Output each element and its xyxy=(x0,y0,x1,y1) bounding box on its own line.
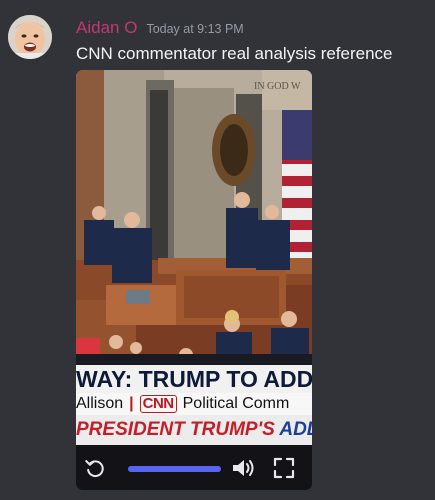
chyron-ticker: PRESIDENT TRUMP'S ADDRESS TO xyxy=(76,415,312,445)
replay-button[interactable] xyxy=(82,445,108,490)
chyron-title: Political Comm xyxy=(182,395,290,412)
progress-bar[interactable] xyxy=(128,466,221,472)
fullscreen-button[interactable] xyxy=(270,445,298,490)
volume-button[interactable] xyxy=(230,445,258,490)
chyron-separator: | xyxy=(129,395,134,412)
timestamp[interactable]: Today at 9:13 PM xyxy=(146,22,243,36)
avatar[interactable] xyxy=(8,15,52,59)
avatar-image xyxy=(8,15,52,59)
progress-fill xyxy=(128,466,221,472)
video-attachment[interactable]: IN GOD W WAY: TRUMP TO ADD Allison | CNN… xyxy=(76,70,312,490)
chat-message: Aidan O Today at 9:13 PM CNN commentator… xyxy=(0,0,435,500)
replay-icon xyxy=(85,459,104,477)
username[interactable]: Aidan O xyxy=(76,18,137,38)
ticker-blue-text: ADDRESS TO xyxy=(279,419,312,440)
chyron-headline: WAY: TRUMP TO ADDRES xyxy=(76,365,312,393)
message-content: CNN commentator real analysis reference xyxy=(76,44,393,63)
video-controls xyxy=(76,445,312,490)
scene-motto: IN GOD W xyxy=(254,81,301,92)
volume-icon xyxy=(233,459,254,476)
cnn-logo: CNN xyxy=(139,395,177,413)
message-header: Aidan O Today at 9:13 PM xyxy=(76,18,244,40)
ticker-red-text: PRESIDENT TRUMP'S xyxy=(76,419,280,440)
fullscreen-icon xyxy=(273,457,295,478)
chyron-nameplate: Allison | CNN Political Comm xyxy=(76,393,312,415)
chyron-name: Allison xyxy=(76,395,124,412)
